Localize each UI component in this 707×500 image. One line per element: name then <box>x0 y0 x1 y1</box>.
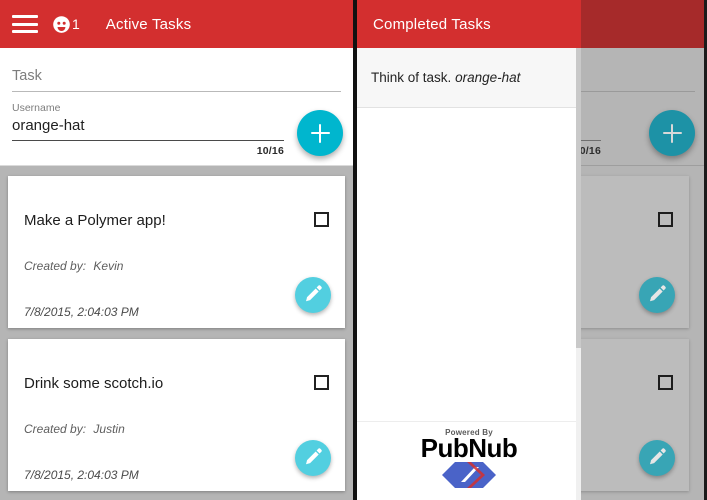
task-creator-label: Created by: <box>24 422 87 436</box>
pubnub-hexagon-icon <box>442 462 496 488</box>
add-task-button[interactable] <box>297 110 343 156</box>
task-composer: Task Username orange-hat 10/16 <box>0 48 353 166</box>
active-tasks-appbar: 1 Active Tasks <box>0 0 353 48</box>
dimmed-task-checkbox <box>658 212 673 227</box>
dimmed-task-card <box>581 339 689 491</box>
pencil-icon <box>650 448 666 465</box>
completed-tasks-title: Completed Tasks <box>373 15 491 33</box>
dimmed-task-card <box>581 176 689 328</box>
completed-task-text: Think of task. <box>371 70 452 85</box>
task-creator: Created by: Kevin <box>24 229 329 273</box>
pubnub-logo[interactable]: Powered By PubNub <box>421 428 518 494</box>
task-card[interactable]: Drink some scotch.io Created by: Justin … <box>8 339 345 491</box>
task-creator-name: Kevin <box>93 259 124 273</box>
task-date: 7/8/2015, 2:04:03 PM <box>24 305 139 319</box>
pencil-icon <box>306 448 322 465</box>
edit-task-button[interactable] <box>295 440 331 476</box>
completed-tasks-appbar: Completed Tasks <box>357 0 581 48</box>
task-creator-label: Created by: <box>24 259 87 273</box>
edit-task-button[interactable] <box>295 277 331 313</box>
completed-task-author: orange-hat <box>455 70 521 85</box>
dimmed-char-counter: 10/16 <box>581 145 601 157</box>
username-value: orange-hat <box>12 117 85 134</box>
dimmed-edit-task-button <box>639 440 675 476</box>
task-input-placeholder: Task <box>12 68 42 84</box>
completed-task-entry[interactable]: Think of task. orange-hat <box>357 48 581 108</box>
face-occupancy-icon <box>53 15 70 33</box>
occupancy-indicator[interactable]: 1 <box>52 15 80 34</box>
dimmed-task-list <box>581 166 707 500</box>
pencil-icon <box>650 285 666 302</box>
completed-tasks-panel: Completed Tasks Think of task. orange-ha… <box>357 0 581 500</box>
scrollbar-thumb[interactable] <box>576 48 581 348</box>
task-field[interactable]: Task <box>12 48 341 92</box>
task-title: Drink some scotch.io <box>24 375 164 392</box>
completed-tasks-body <box>357 108 581 408</box>
task-creator-name: Justin <box>93 422 125 436</box>
username-label: Username <box>12 102 61 114</box>
task-date: 7/8/2015, 2:04:03 PM <box>24 468 139 482</box>
hamburger-menu-icon[interactable] <box>12 15 38 33</box>
username-char-counter: 10/16 <box>256 145 284 157</box>
task-creator: Created by: Justin <box>24 392 329 436</box>
active-task-list: Make a Polymer app! Created by: Kevin 7/… <box>0 166 353 500</box>
dimmed-task-field <box>581 48 695 92</box>
occupancy-count: 1 <box>72 16 80 32</box>
username-field[interactable]: Username orange-hat 10/16 <box>12 92 341 157</box>
active-tasks-title: Active Tasks <box>105 15 192 33</box>
pubnub-wordmark: PubNub <box>420 433 518 463</box>
dimmed-appbar <box>581 0 707 48</box>
dimmed-active-tasks-panel: 10/16 <box>581 0 707 500</box>
dimmed-add-task-button[interactable] <box>649 110 695 156</box>
pubnub-footer: Powered By PubNub <box>357 421 581 500</box>
task-card[interactable]: Make a Polymer app! Created by: Kevin 7/… <box>8 176 345 328</box>
task-complete-checkbox[interactable] <box>314 375 329 390</box>
completed-panel-scrollbar[interactable] <box>576 48 581 500</box>
task-title: Make a Polymer app! <box>24 212 166 229</box>
active-tasks-panel: 1 Active Tasks Task Username orange-hat … <box>0 0 353 500</box>
task-complete-checkbox[interactable] <box>314 212 329 227</box>
panel-divider <box>353 0 357 500</box>
screenshot-stage: 1 Active Tasks Task Username orange-hat … <box>0 0 707 500</box>
dimmed-task-checkbox <box>658 375 673 390</box>
dimmed-edit-task-button <box>639 277 675 313</box>
dimmed-task-composer: 10/16 <box>581 48 707 166</box>
pencil-icon <box>306 285 322 302</box>
